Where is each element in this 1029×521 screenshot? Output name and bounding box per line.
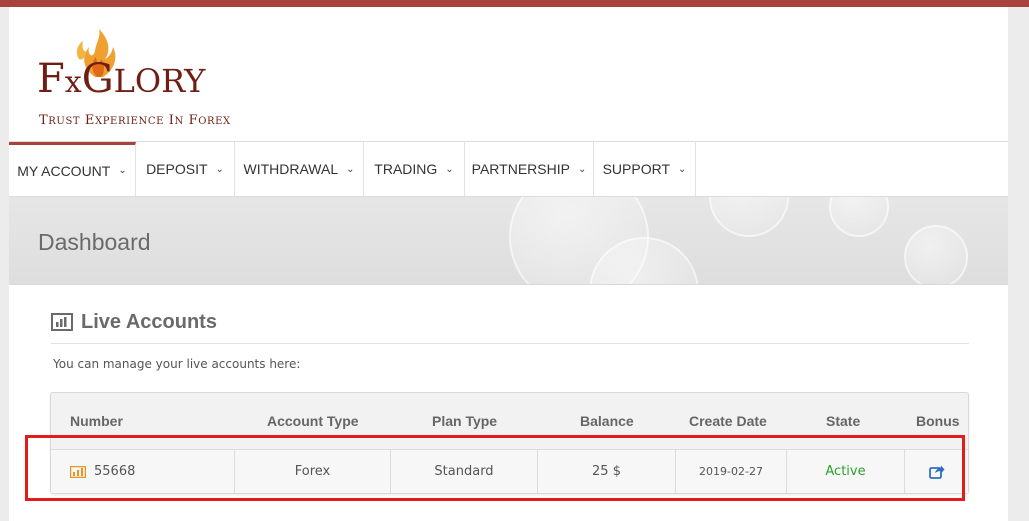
nav-trading[interactable]: TRADING ⌄ [364,142,465,196]
account-chart-icon [70,465,86,478]
nav-my-account[interactable]: MY ACCOUNT ⌄ [9,142,136,196]
nav-label: SUPPORT [602,161,671,177]
chevron-down-icon: ⌄ [445,163,454,175]
chevron-down-icon: ⌄ [215,163,224,175]
nav-support[interactable]: SUPPORT ⌄ [594,142,696,196]
page-title: Dashboard [38,229,151,255]
column-header-balance: Balance [580,413,634,429]
page: FxGLORY TRUST EXPERIENCE IN FOREX MY ACC… [9,7,1008,521]
account-number: 55668 [94,464,136,479]
logo[interactable]: FxGLORY TRUST EXPERIENCE IN FOREX [35,29,265,133]
section-title: Live Accounts [81,310,217,333]
chevron-down-icon: ⌄ [678,163,687,175]
column-header-account-type: Account Type [267,413,359,429]
cell-plan-type: Standard [391,450,538,493]
nav-label: PARTNERSHIP [471,161,570,177]
nav-withdrawal[interactable]: WITHDRAWAL ⌄ [235,142,364,196]
nav-deposit[interactable]: DEPOSIT ⌄ [136,142,235,196]
page-gutter [1008,7,1029,521]
column-header-state: State [826,413,861,429]
column-header-number: Number [70,413,123,429]
divider [51,343,969,344]
live-accounts-header: Live Accounts [51,309,217,335]
decorative-bubble [829,197,889,237]
cell-create-date: 2019-02-27 [676,450,787,493]
decorative-bubble [709,197,789,237]
nav-label: TRADING [374,161,438,177]
cell-account-type: Forex [235,450,391,493]
column-header-bonus: Bonus [916,413,960,429]
column-header-plan-type: Plan Type [432,413,498,429]
chevron-down-icon: ⌄ [118,165,127,176]
cell-bonus [905,450,968,493]
section-description: You can manage your live accounts here: [53,357,301,371]
cell-balance: 25 $ [538,450,676,493]
cell-state: Active [787,450,905,493]
bar-chart-icon [51,313,73,331]
share-icon[interactable] [928,464,945,479]
nav-label: MY ACCOUNT [17,162,111,179]
chevron-down-icon: ⌄ [346,163,355,175]
page-banner: Dashboard [9,197,1008,285]
nav-label: DEPOSIT [146,161,208,177]
column-header-create-date: Create Date [689,413,767,429]
nav-partnership[interactable]: PARTNERSHIP ⌄ [465,142,594,196]
header: FxGLORY TRUST EXPERIENCE IN FOREX [9,7,1008,141]
chevron-down-icon: ⌄ [577,163,587,175]
table-row: 55668 Forex Standard 25 $ 2019-02-27 Act… [51,449,968,493]
cell-number[interactable]: 55668 [51,450,235,493]
top-accent-bar [0,0,1029,7]
logo-tagline: TRUST EXPERIENCE IN FOREX [39,113,231,128]
nav-label: WITHDRAWAL [243,161,339,177]
decorative-bubble [904,225,968,284]
table-header: Number Account Type Plan Type Balance Cr… [51,393,968,449]
main-nav: MY ACCOUNT ⌄ DEPOSIT ⌄ WITHDRAWAL ⌄ TRADING… [9,141,1008,197]
logo-wordmark: FxGLORY [37,56,206,102]
live-accounts-table: Number Account Type Plan Type Balance Cr… [50,392,969,494]
